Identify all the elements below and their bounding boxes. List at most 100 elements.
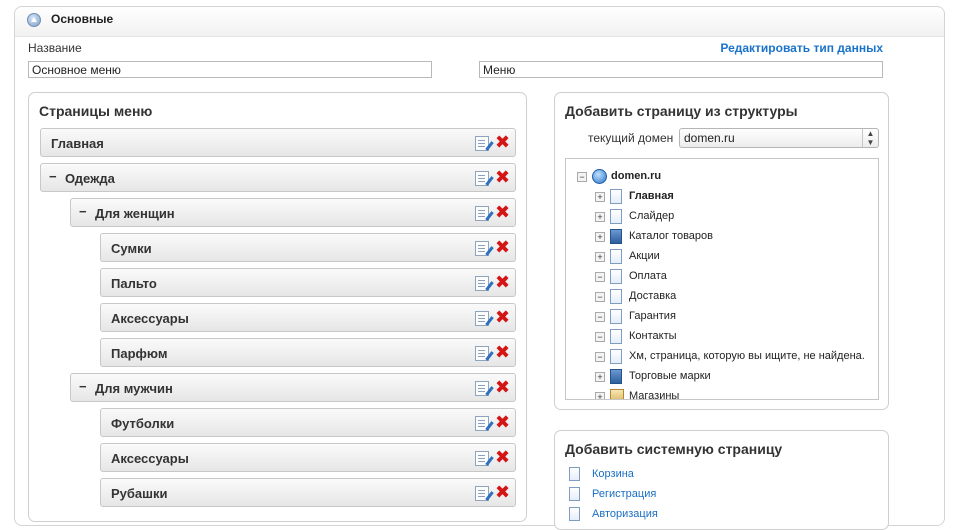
page-icon: [610, 289, 622, 304]
page-icon: [610, 269, 622, 284]
tree-item-label: Каталог товаров: [629, 230, 713, 242]
collapse-icon[interactable]: [27, 13, 41, 27]
menu-item-row[interactable]: Главная ✖: [40, 128, 516, 157]
page-icon: [569, 467, 580, 481]
tree-root-label: domen.ru: [611, 170, 662, 182]
tree-item-label: Магазины: [629, 390, 680, 400]
leaf-toggle-icon[interactable]: −: [595, 292, 605, 302]
select-arrows-icon: ▲ ▼: [862, 129, 878, 147]
name-input-secondary[interactable]: [479, 61, 883, 78]
edit-data-type-link[interactable]: Редактировать тип данных: [720, 41, 883, 55]
tree-item-label: Акции: [629, 250, 660, 262]
delete-icon[interactable]: ✖: [495, 238, 510, 256]
menu-item-row[interactable]: Аксессуары ✖: [100, 303, 516, 332]
leaf-toggle-icon[interactable]: −: [595, 352, 605, 362]
delete-icon[interactable]: ✖: [495, 168, 510, 186]
menu-item-label: Для женщин: [95, 206, 175, 221]
delete-icon[interactable]: ✖: [495, 273, 510, 291]
collapse-toggle-icon[interactable]: −: [577, 172, 587, 182]
structure-tree[interactable]: − domen.ru + Главная + Слайдер + Каталог това…: [565, 158, 879, 400]
edit-icon[interactable]: [475, 311, 489, 326]
menu-item-label: Сумки: [111, 241, 152, 256]
menu-item-label: Парфюм: [111, 346, 168, 361]
leaf-toggle-icon[interactable]: −: [595, 272, 605, 282]
tree-item-label: Оплата: [629, 270, 667, 282]
edit-icon[interactable]: [475, 206, 489, 221]
system-page-link[interactable]: Корзина: [592, 468, 634, 480]
delete-icon[interactable]: ✖: [495, 343, 510, 361]
list-page-icon: [610, 249, 622, 264]
menu-pages-title: Страницы меню: [39, 103, 153, 119]
delete-icon[interactable]: ✖: [495, 378, 510, 396]
tree-item-label: Доставка: [629, 290, 677, 302]
domain-select[interactable]: domen.ru ▲ ▼: [679, 128, 879, 148]
menu-item-label: Футболки: [111, 416, 175, 431]
edit-icon[interactable]: [475, 171, 489, 186]
edit-icon[interactable]: [475, 276, 489, 291]
page-icon: [610, 329, 622, 344]
edit-icon[interactable]: [475, 381, 489, 396]
menu-item-label: Аксессуары: [111, 311, 189, 326]
name-input[interactable]: [28, 61, 432, 78]
tree-item-label: Гарантия: [629, 310, 676, 322]
menu-item-label: Рубашки: [111, 486, 168, 501]
expand-toggle-icon[interactable]: +: [595, 392, 605, 399]
folder-icon: [610, 389, 624, 399]
catalog-icon: [610, 229, 622, 244]
edit-icon[interactable]: [475, 241, 489, 256]
menu-item-label: Одежда: [65, 171, 115, 186]
menu-item-row[interactable]: − Одежда ✖: [40, 163, 516, 192]
delete-icon[interactable]: ✖: [495, 308, 510, 326]
leaf-toggle-icon[interactable]: −: [595, 332, 605, 342]
system-page-link[interactable]: Регистрация: [592, 488, 656, 500]
menu-item-row[interactable]: Футболки ✖: [100, 408, 516, 437]
collapse-toggle-icon[interactable]: −: [79, 204, 87, 219]
system-page-link[interactable]: Авторизация: [592, 508, 658, 520]
edit-icon[interactable]: [475, 416, 489, 431]
tree-item-label: Хм, страница, которую вы ищите, не найде…: [629, 350, 865, 362]
edit-icon[interactable]: [475, 346, 489, 361]
domain-label: текущий домен: [588, 131, 674, 145]
tree-item-label: Главная: [629, 190, 674, 202]
menu-item-row[interactable]: Парфюм ✖: [100, 338, 516, 367]
collapse-toggle-icon[interactable]: −: [49, 169, 57, 184]
expand-toggle-icon[interactable]: +: [595, 232, 605, 242]
edit-icon[interactable]: [475, 136, 489, 151]
delete-icon[interactable]: ✖: [495, 203, 510, 221]
system-pages-panel: Добавить системную страницу Корзина Регис…: [554, 430, 889, 530]
menu-item-row[interactable]: Рубашки ✖: [100, 478, 516, 507]
globe-icon: [592, 169, 607, 184]
page-icon: [610, 349, 622, 364]
structure-panel: Добавить страницу из структуры текущий д…: [554, 92, 889, 410]
leaf-toggle-icon[interactable]: −: [595, 312, 605, 322]
expand-toggle-icon[interactable]: +: [595, 372, 605, 382]
catalog-icon: [610, 369, 622, 384]
menu-item-label: Главная: [51, 136, 104, 151]
page-icon: [610, 209, 622, 224]
edit-icon[interactable]: [475, 451, 489, 466]
delete-icon[interactable]: ✖: [495, 133, 510, 151]
page-icon: [610, 189, 622, 204]
menu-item-row[interactable]: Аксессуары ✖: [100, 443, 516, 472]
menu-item-row[interactable]: Пальто ✖: [100, 268, 516, 297]
delete-icon[interactable]: ✖: [495, 413, 510, 431]
domain-select-value: domen.ru: [684, 131, 735, 145]
page-icon: [610, 309, 622, 324]
collapse-toggle-icon[interactable]: −: [79, 379, 87, 394]
menu-item-row[interactable]: − Для женщин ✖: [70, 198, 516, 227]
menu-item-row[interactable]: − Для мужчин ✖: [70, 373, 516, 402]
tree-item-label: Слайдер: [629, 210, 675, 222]
section-header[interactable]: Основные: [15, 7, 944, 37]
expand-toggle-icon[interactable]: +: [595, 212, 605, 222]
tree-item-label: Торговые марки: [629, 370, 711, 382]
delete-icon[interactable]: ✖: [495, 448, 510, 466]
menu-item-row[interactable]: Сумки ✖: [100, 233, 516, 262]
expand-toggle-icon[interactable]: +: [595, 192, 605, 202]
edit-icon[interactable]: [475, 486, 489, 501]
name-label: Название: [28, 41, 82, 55]
structure-title: Добавить страницу из структуры: [565, 103, 798, 119]
menu-item-label: Пальто: [111, 276, 157, 291]
section-title: Основные: [51, 12, 114, 26]
expand-toggle-icon[interactable]: +: [595, 252, 605, 262]
delete-icon[interactable]: ✖: [495, 483, 510, 501]
